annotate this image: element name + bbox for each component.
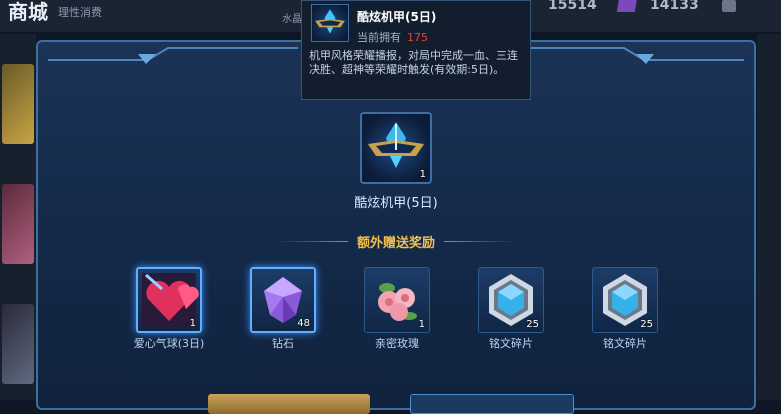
- tooltip-item-slot: [311, 4, 349, 42]
- reward-quantity: 48: [297, 318, 310, 329]
- reward-item[interactable]: 25 铭文碎片: [478, 267, 544, 350]
- divider-right: [444, 241, 514, 242]
- mecha-broadcast-icon: [315, 9, 345, 34]
- item-tooltip: 酷炫机甲(5日) 当前拥有 175 机甲风格荣耀播报，对局中完成一血、三连决胜、超…: [301, 0, 531, 100]
- reward-slot[interactable]: 48: [250, 267, 316, 333]
- reward-name: 铭文碎片: [489, 337, 533, 350]
- reward-name: 钻石: [272, 337, 294, 350]
- shop-thumbnail[interactable]: [2, 184, 34, 264]
- reward-item[interactable]: 48 钻石: [250, 267, 316, 350]
- tooltip-description: 机甲风格荣耀播报，对局中完成一血、三连决胜、超神等荣耀时触发(有效期:5日)。: [309, 49, 518, 76]
- confirm-button[interactable]: [410, 394, 574, 414]
- coupon-label: 水晶: [282, 14, 302, 25]
- reward-item[interactable]: 25 铭文碎片: [592, 267, 658, 350]
- shop-left-column: [0, 34, 36, 400]
- settings-icon[interactable]: [722, 0, 736, 12]
- currency-a-value: 15514: [548, 0, 597, 13]
- reward-quantity: 1: [418, 319, 425, 330]
- main-item-quantity: 1: [419, 169, 426, 180]
- reward-name: 爱心气球(3日): [133, 337, 205, 350]
- reward-slot[interactable]: 25: [592, 267, 658, 333]
- reward-slot[interactable]: 1: [136, 267, 202, 333]
- cancel-button[interactable]: [208, 394, 370, 414]
- reward-quantity: 25: [526, 319, 539, 330]
- reward-quantity: 25: [640, 319, 653, 330]
- reward-slot[interactable]: 25: [478, 267, 544, 333]
- shop-subtitle: 理性消费: [58, 6, 102, 19]
- shop-title: 商城: [8, 0, 48, 24]
- tooltip-item-name: 酷炫机甲(5日): [357, 10, 437, 24]
- shop-thumbnail[interactable]: [2, 304, 34, 384]
- reward-item[interactable]: 1 爱心气球(3日): [134, 267, 204, 350]
- main-item-name: 酷炫机甲(5日): [354, 196, 438, 211]
- shop-right-column: [757, 34, 781, 400]
- reward-name: 铭文碎片: [603, 337, 647, 350]
- reward-slot[interactable]: 1: [364, 267, 430, 333]
- main-item-slot[interactable]: 1: [360, 112, 432, 184]
- reward-item[interactable]: 1 亲密玫瑰: [364, 267, 430, 350]
- tooltip-owned-count: 175: [407, 31, 428, 44]
- reward-quantity: 1: [189, 318, 196, 329]
- reward-name: 亲密玫瑰: [375, 337, 419, 350]
- shop-thumbnail[interactable]: [2, 64, 34, 144]
- currency-b-value: 14133: [650, 0, 699, 13]
- gem-icon: [616, 0, 638, 12]
- tooltip-owned: 当前拥有 175: [357, 29, 428, 45]
- tooltip-owned-label: 当前拥有: [357, 31, 401, 44]
